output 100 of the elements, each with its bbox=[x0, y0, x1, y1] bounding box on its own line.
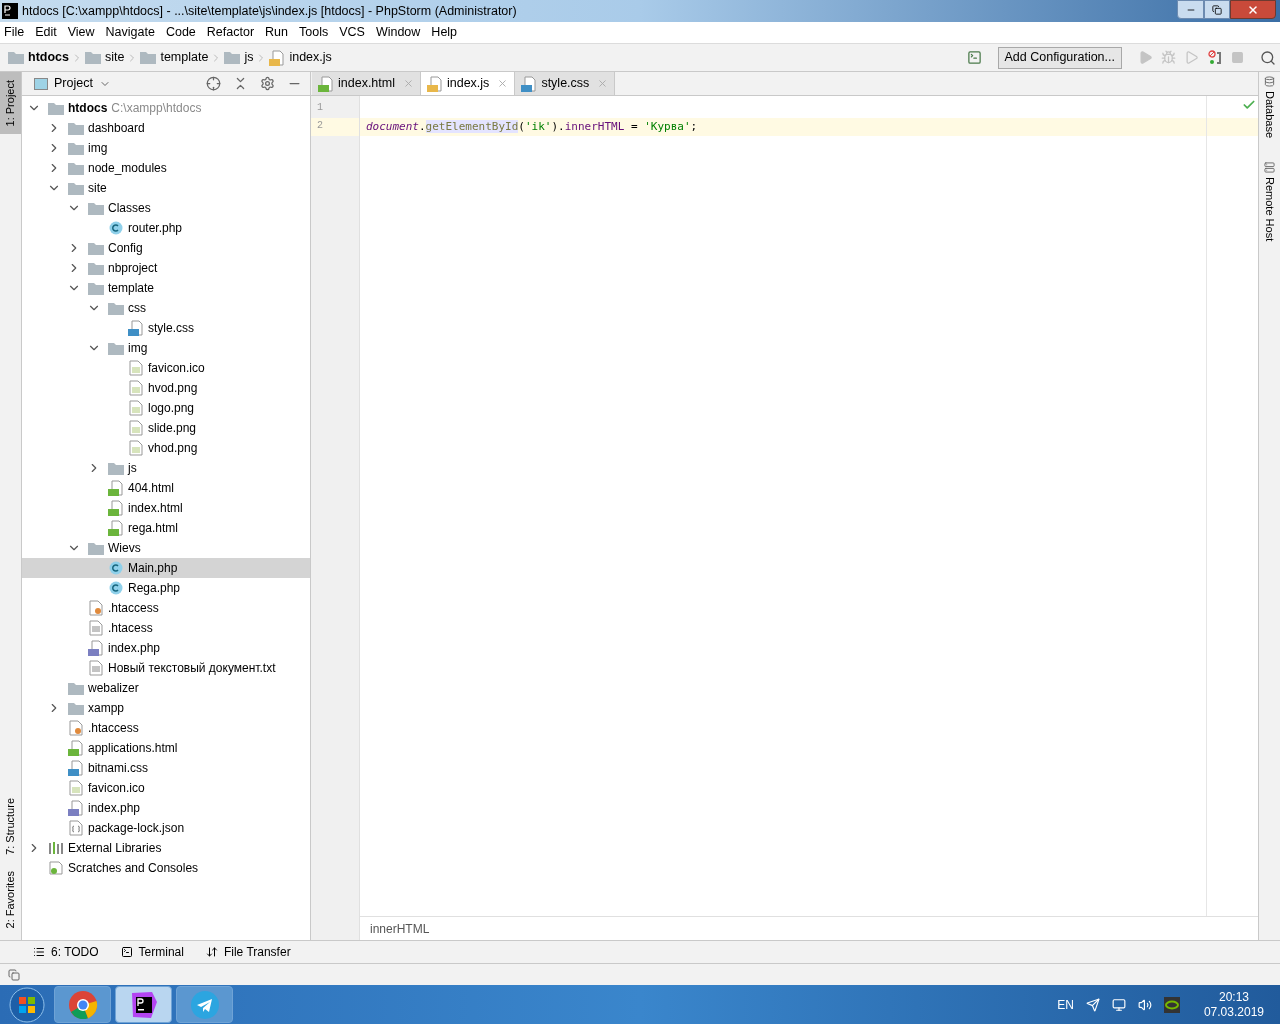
tree-item[interactable]: index.html bbox=[22, 498, 310, 518]
tree-item[interactable]: Main.php bbox=[22, 558, 310, 578]
gpu-tray-icon[interactable] bbox=[1163, 996, 1180, 1013]
tree-item[interactable]: webalizer bbox=[22, 678, 310, 698]
tool-window-tab[interactable]: 1: Project bbox=[0, 72, 21, 135]
search-icon[interactable] bbox=[1260, 49, 1276, 66]
tree-item[interactable]: hvod.png bbox=[22, 378, 310, 398]
menu-item[interactable]: Tools bbox=[299, 23, 329, 42]
paper-plane-tray-icon[interactable] bbox=[1085, 997, 1100, 1012]
language-indicator[interactable]: EN bbox=[1057, 995, 1074, 1014]
tree-item[interactable]: node_modules bbox=[22, 158, 310, 178]
tree-item[interactable]: dashboard bbox=[22, 118, 310, 138]
tree-item[interactable]: js bbox=[22, 458, 310, 478]
tree-item-label: package-lock.json bbox=[88, 820, 185, 837]
tree-item[interactable]: 404.html bbox=[22, 478, 310, 498]
add-configuration-button[interactable]: Add Configuration... bbox=[997, 46, 1122, 69]
breadcrumb-item[interactable]: htdocs bbox=[28, 48, 69, 67]
editor-tab[interactable]: style.css bbox=[515, 72, 616, 95]
tree-item-label: rega.html bbox=[128, 520, 179, 537]
tree-item-label: Rega.php bbox=[128, 580, 181, 597]
tree-item[interactable]: index.php bbox=[22, 798, 310, 818]
tree-item[interactable]: External Libraries bbox=[22, 838, 310, 858]
tree-item[interactable]: index.php bbox=[22, 638, 310, 658]
tree-item[interactable]: site bbox=[22, 178, 310, 198]
menu-item[interactable]: VCS bbox=[339, 23, 365, 42]
menu-item[interactable]: File bbox=[4, 23, 25, 42]
tree-item[interactable]: style.css bbox=[22, 318, 310, 338]
tree-item[interactable]: Classes bbox=[22, 198, 310, 218]
breadcrumb-item[interactable]: site bbox=[105, 48, 125, 67]
tree-item[interactable]: vhod.png bbox=[22, 438, 310, 458]
tool-window-button[interactable]: File Transfer bbox=[205, 943, 291, 961]
tree-item[interactable]: slide.png bbox=[22, 418, 310, 438]
menu-item[interactable]: Window bbox=[375, 23, 421, 42]
tool-window-tab[interactable]: 2: Favorites bbox=[0, 862, 21, 936]
image-file-icon bbox=[69, 780, 83, 796]
close-button[interactable] bbox=[1230, 0, 1276, 19]
tree-item[interactable]: .htaccess bbox=[22, 718, 310, 738]
tree-item[interactable]: bitnami.css bbox=[22, 758, 310, 778]
tool-window-button[interactable]: 6: TODO bbox=[33, 943, 99, 961]
code-breadcrumb[interactable]: innerHTML bbox=[370, 919, 430, 938]
breadcrumb-item[interactable]: template bbox=[160, 48, 209, 67]
breadcrumb-item[interactable]: index.js bbox=[289, 48, 332, 67]
tree-item[interactable]: favicon.ico bbox=[22, 358, 310, 378]
menu-item[interactable]: Code bbox=[165, 23, 196, 42]
tree-item[interactable]: favicon.ico bbox=[22, 778, 310, 798]
tree-item[interactable]: router.php bbox=[22, 218, 310, 238]
js-file-icon bbox=[427, 75, 443, 92]
tree-item[interactable]: css bbox=[22, 298, 310, 318]
settings-icon[interactable] bbox=[260, 76, 275, 91]
maximize-button[interactable] bbox=[1204, 0, 1230, 19]
tool-window-button[interactable]: Terminal bbox=[120, 943, 184, 961]
tree-item[interactable]: .htaccess bbox=[22, 598, 310, 618]
tree-item[interactable]: rega.html bbox=[22, 518, 310, 538]
volume-icon[interactable] bbox=[1137, 997, 1152, 1012]
scratches-icon bbox=[48, 860, 64, 876]
tree-item[interactable]: Wievs bbox=[22, 538, 310, 558]
tool-window-tab[interactable]: Database bbox=[1261, 76, 1278, 139]
tree-item[interactable]: applications.html bbox=[22, 738, 310, 758]
tree-item[interactable]: .htacess bbox=[22, 618, 310, 638]
tool-window-tab[interactable]: 7: Structure bbox=[0, 789, 21, 863]
menu-item[interactable]: Help bbox=[431, 23, 458, 42]
tool-window-tab[interactable]: Remote Host bbox=[1261, 162, 1278, 242]
tree-item[interactable]: Новый текстовый документ.txt bbox=[22, 658, 310, 678]
tree-item[interactable]: logo.png bbox=[22, 398, 310, 418]
folder-icon bbox=[108, 301, 124, 315]
menu-item[interactable]: Edit bbox=[35, 23, 57, 42]
menu-item[interactable]: View bbox=[67, 23, 95, 42]
tree-item[interactable]: Scratches and Consoles bbox=[22, 858, 310, 878]
tree-item-label: nbproject bbox=[108, 260, 158, 277]
network-icon[interactable] bbox=[1111, 997, 1126, 1012]
status-toggle-icon[interactable] bbox=[8, 968, 20, 981]
tree-item[interactable]: xampp bbox=[22, 698, 310, 718]
clock-date: 07.03.2019 bbox=[1203, 1004, 1264, 1020]
folder-icon bbox=[108, 461, 124, 475]
editor-tab[interactable]: index.html bbox=[312, 72, 421, 95]
start-button[interactable] bbox=[8, 985, 46, 1024]
tree-item[interactable]: htdocs C:\xampp\htdocs bbox=[22, 98, 310, 118]
taskbar-button[interactable] bbox=[115, 986, 172, 1023]
image-file-icon bbox=[129, 380, 143, 396]
minimize-button[interactable] bbox=[1177, 0, 1204, 19]
listener-icon[interactable] bbox=[1207, 49, 1223, 66]
folder-icon bbox=[108, 341, 124, 355]
menu-item[interactable]: Refactor bbox=[206, 23, 255, 42]
tree-item[interactable]: img bbox=[22, 138, 310, 158]
tree-item[interactable]: template bbox=[22, 278, 310, 298]
tree-item[interactable]: nbproject bbox=[22, 258, 310, 278]
breadcrumb-item[interactable]: js bbox=[244, 48, 254, 67]
locate-icon[interactable] bbox=[206, 76, 221, 91]
menu-item[interactable]: Navigate bbox=[105, 23, 155, 42]
tree-item[interactable]: Rega.php bbox=[22, 578, 310, 598]
restore-icon bbox=[1212, 4, 1222, 15]
terminal-icon[interactable] bbox=[966, 50, 982, 65]
folder-icon bbox=[8, 51, 24, 64]
chrome-icon bbox=[67, 989, 98, 1020]
editor-tab[interactable]: index.js bbox=[421, 72, 516, 95]
tree-item[interactable]: Config bbox=[22, 238, 310, 258]
tree-item[interactable]: package-lock.json bbox=[22, 818, 310, 838]
panel-title[interactable]: Project bbox=[54, 74, 93, 93]
tree-item[interactable]: img bbox=[22, 338, 310, 358]
menu-item[interactable]: Run bbox=[265, 23, 288, 42]
